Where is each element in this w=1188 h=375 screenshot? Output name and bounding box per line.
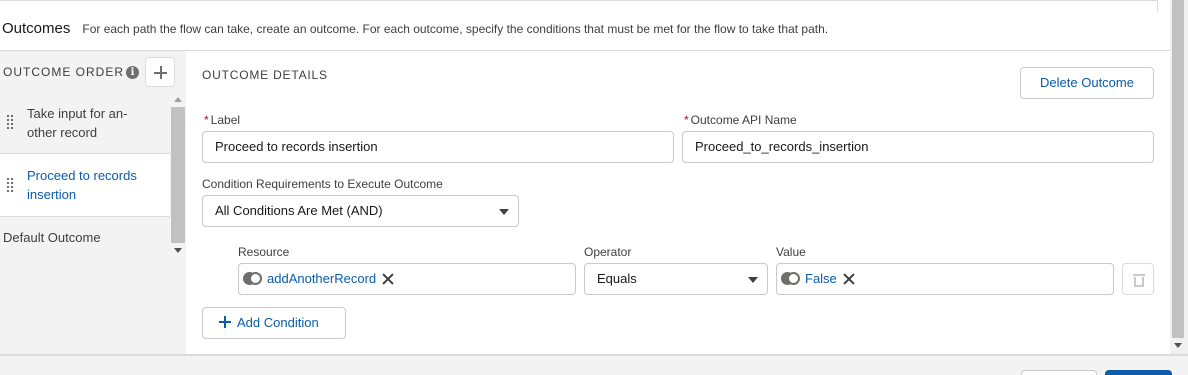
drag-handle-icon[interactable]	[7, 115, 15, 129]
section-description: For each path the flow can take, create …	[82, 22, 829, 36]
outcome-list: Take input for an-other record Proceed t…	[0, 91, 170, 257]
outcome-list-scrollbar[interactable]	[171, 93, 185, 259]
api-name-field-label-text: Outcome API Name	[690, 113, 797, 127]
outcome-order-header: OUTCOME ORDER i	[0, 51, 186, 91]
add-condition-label: Add Condition	[237, 315, 319, 330]
outcome-list-item-default[interactable]: Default Outcome	[0, 217, 170, 257]
condition-requirements-select[interactable]: All Conditions Are Met (AND)	[202, 195, 519, 227]
delete-outcome-button[interactable]: Delete Outcome	[1020, 67, 1154, 99]
outcome-list-item[interactable]: Take input for an-other record	[0, 91, 170, 154]
remove-resource-icon[interactable]	[382, 273, 394, 285]
chevron-down-icon	[499, 209, 509, 215]
api-name-field-label: * Outcome API Name	[684, 113, 797, 127]
api-name-input[interactable]: Proceed_to_records_insertion	[682, 131, 1154, 163]
resource-input[interactable]: addAnotherRecord	[238, 263, 576, 295]
scrollbar-thumb[interactable]	[171, 107, 185, 243]
operator-label: Operator	[584, 245, 632, 259]
footer-cancel-button[interactable]	[1021, 370, 1097, 375]
main-scrollbar[interactable]	[1170, 0, 1188, 355]
operator-select[interactable]: Equals	[584, 263, 768, 295]
operator-value: Equals	[597, 271, 637, 286]
label-field-label: * Label	[204, 113, 240, 127]
outcome-order-label: OUTCOME ORDER	[3, 65, 124, 79]
outcomes-header: Outcomes For each path the flow can take…	[2, 20, 828, 37]
delete-condition-button[interactable]	[1122, 263, 1154, 295]
footer-done-button[interactable]	[1105, 370, 1172, 375]
outcome-item-label: Take input for an-other record	[27, 106, 128, 140]
trash-icon	[1133, 274, 1145, 276]
condition-requirements-label: Condition Requirements to Execute Outcom…	[202, 177, 443, 191]
resource-pill: addAnotherRecord	[243, 268, 394, 290]
outcome-details-title: OUTCOME DETAILS	[202, 68, 328, 82]
boolean-variable-icon	[781, 272, 801, 286]
value-label: Value	[776, 245, 806, 259]
remove-value-icon[interactable]	[843, 273, 855, 285]
right-divider	[1157, 0, 1158, 12]
add-outcome-button[interactable]	[145, 57, 175, 87]
condition-requirements-value: All Conditions Are Met (AND)	[215, 203, 383, 218]
outcome-order-sidebar: OUTCOME ORDER i Take input for an-other …	[0, 50, 186, 355]
outcome-item-label: Default Outcome	[3, 230, 101, 245]
value-pill: False	[781, 268, 855, 290]
main-scrollbar-thumb[interactable]	[1172, 0, 1184, 338]
label-field-label-text: Label	[210, 113, 241, 127]
label-input[interactable]: Proceed to records insertion	[202, 131, 674, 163]
drag-handle-icon[interactable]	[7, 178, 15, 192]
scroll-down-arrow-icon[interactable]	[1174, 343, 1182, 348]
required-marker: *	[204, 113, 209, 127]
required-marker: *	[684, 113, 689, 127]
outcome-list-item-selected[interactable]: Proceed to records insertion	[0, 154, 170, 217]
add-condition-button[interactable]: Add Condition	[202, 307, 346, 339]
info-icon[interactable]: i	[126, 66, 139, 79]
outcome-item-label: Proceed to records insertion	[27, 168, 137, 202]
plus-icon	[219, 316, 231, 328]
boolean-variable-icon	[243, 272, 263, 286]
modal-footer	[0, 354, 1188, 375]
value-pill-text: False	[805, 271, 837, 286]
resource-pill-text: addAnotherRecord	[267, 271, 377, 286]
scroll-up-arrow-icon[interactable]	[174, 97, 182, 102]
top-divider	[0, 0, 1158, 1]
section-title: Outcomes	[2, 20, 71, 37]
scroll-down-arrow-icon[interactable]	[174, 248, 182, 253]
chevron-down-icon	[748, 277, 758, 283]
value-input[interactable]: False	[776, 263, 1114, 295]
resource-label: Resource	[238, 245, 290, 259]
